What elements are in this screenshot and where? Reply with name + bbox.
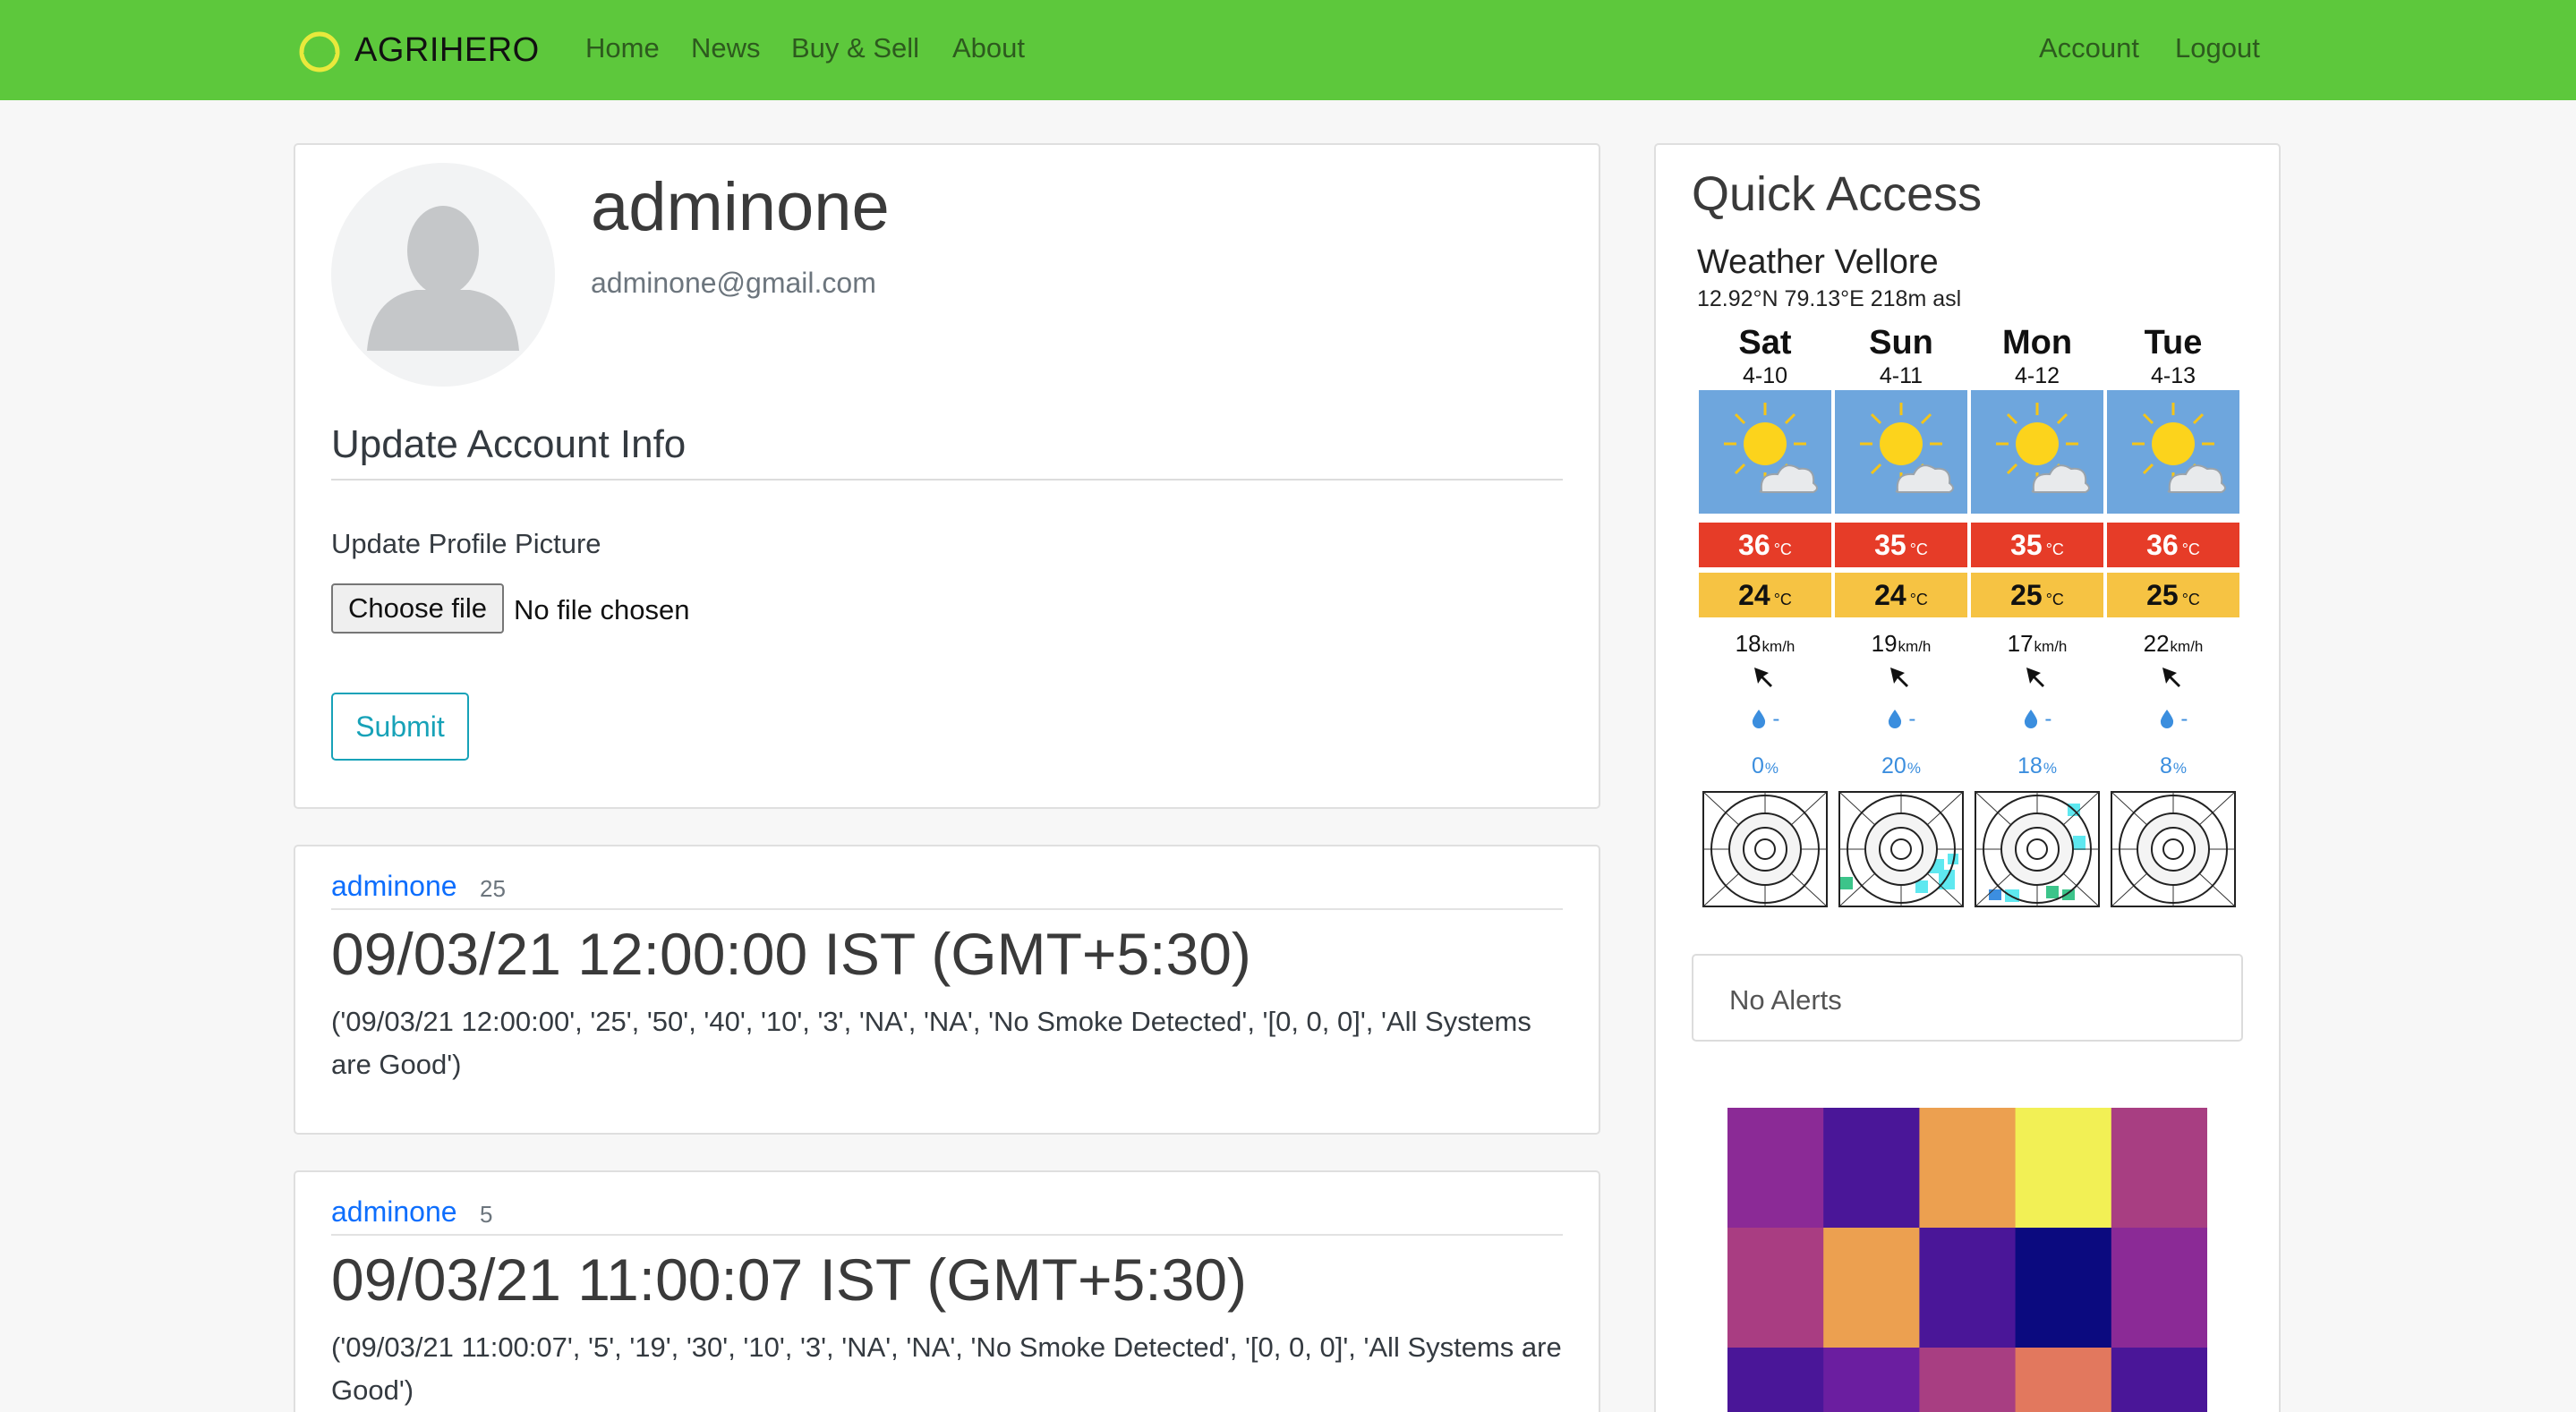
nav-logout[interactable]: Logout xyxy=(2175,32,2260,64)
nav-account[interactable]: Account xyxy=(2039,32,2139,64)
navbar: AGRIHERO Home News Buy & Sell About Acco… xyxy=(0,0,2576,100)
weather-wind-speed: 17km/h xyxy=(2007,630,2068,657)
weather-day-sun: Sun 4-11 35 °C 24 °C 19km/h - 20% xyxy=(1835,324,1967,914)
raindrop-icon xyxy=(2024,710,2037,728)
alerts-box: No Alerts xyxy=(1692,954,2243,1042)
logo-icon xyxy=(299,31,340,72)
weather-date: 4-11 xyxy=(1879,363,1923,388)
weather-title: Weather Vellore xyxy=(1697,243,1939,281)
heatmap-cell xyxy=(2111,1108,2207,1229)
post-author-link[interactable]: adminone xyxy=(331,1195,457,1229)
heatmap-cell xyxy=(1823,1108,1920,1229)
weather-day-name: Tue xyxy=(2144,324,2203,362)
weather-wind-speed: 19km/h xyxy=(1871,630,1932,657)
weather-day-tue: Tue 4-13 36 °C 25 °C 22km/h - 8% xyxy=(2107,324,2239,914)
sun-cloud-icon xyxy=(1835,390,1967,514)
heatmap-cell xyxy=(2015,1228,2112,1348)
weather-day-sat: Sat 4-10 36 °C 24 °C 18km/h - 0% xyxy=(1699,324,1831,914)
heatmap-cell xyxy=(1823,1348,1920,1412)
weather-rain-probability: 20% xyxy=(1881,753,1921,778)
heatmap-cell xyxy=(1919,1108,2017,1229)
radar-icon xyxy=(1702,791,1828,907)
weather-precipitation: - xyxy=(1971,707,2103,732)
heatmap xyxy=(1727,1108,2207,1412)
post-title: 09/03/21 12:00:00 IST (GMT+5:30) xyxy=(331,921,1251,987)
profile-picture-label: Update Profile Picture xyxy=(331,528,601,559)
alerts-text: No Alerts xyxy=(1729,984,1842,1016)
file-status: No file chosen xyxy=(514,594,690,625)
raindrop-icon xyxy=(2160,710,2173,728)
weather-precipitation: - xyxy=(1699,707,1831,732)
weather-rain-probability: 18% xyxy=(2017,753,2057,778)
weather-day-name: Sun xyxy=(1869,324,1933,362)
choose-file-button[interactable]: Choose file xyxy=(331,583,504,634)
profile-username: adminone xyxy=(591,169,890,245)
radar-icon xyxy=(1975,791,2100,907)
update-account-title: Update Account Info xyxy=(331,422,687,466)
wind-direction-icon xyxy=(2162,668,2180,687)
raindrop-icon xyxy=(1752,710,1765,728)
heatmap-cell xyxy=(2111,1228,2207,1348)
weather-min-temp: 24 °C xyxy=(1835,573,1967,617)
heatmap-cell xyxy=(2015,1108,2112,1229)
post-divider xyxy=(331,908,1563,910)
submit-button[interactable]: Submit xyxy=(331,693,469,761)
heatmap-cell xyxy=(1919,1348,2017,1412)
weather-day-name: Mon xyxy=(2001,324,2073,362)
heatmap-cell xyxy=(1823,1228,1920,1348)
weather-wind-speed: 22km/h xyxy=(2143,630,2204,657)
nav-buy-sell[interactable]: Buy & Sell xyxy=(791,32,919,64)
nav-news[interactable]: News xyxy=(691,32,761,64)
heatmap-cell xyxy=(1919,1228,2017,1348)
nav-home[interactable]: Home xyxy=(585,32,660,64)
sun-cloud-icon xyxy=(1699,390,1831,514)
weather-wind-speed: 18km/h xyxy=(1735,630,1796,657)
heatmap-cell xyxy=(1727,1348,1824,1412)
post-divider xyxy=(331,1234,1563,1236)
weather-coords: 12.92°N 79.13°E 218m asl xyxy=(1697,286,1962,311)
radar-icon xyxy=(1838,791,1964,907)
weather-precipitation: - xyxy=(2107,707,2239,732)
heatmap-cell xyxy=(2111,1348,2207,1412)
weather-day-name: Sat xyxy=(1738,324,1792,362)
wind-direction-icon xyxy=(1890,668,1908,687)
heatmap-cell xyxy=(2015,1348,2112,1412)
weather-date: 4-13 xyxy=(2150,363,2196,388)
weather-min-temp: 24 °C xyxy=(1699,573,1831,617)
weather-precipitation: - xyxy=(1835,707,1967,732)
post-title: 09/03/21 11:00:07 IST (GMT+5:30) xyxy=(331,1246,1247,1313)
section-divider xyxy=(331,479,1563,481)
wind-direction-icon xyxy=(2026,668,2044,687)
raindrop-icon xyxy=(1888,710,1901,728)
weather-min-temp: 25 °C xyxy=(1971,573,2103,617)
weather-date: 4-12 xyxy=(2014,363,2060,388)
weather-date: 4-10 xyxy=(1742,363,1788,388)
weather-rain-probability: 8% xyxy=(2159,753,2188,778)
sun-cloud-icon xyxy=(2107,390,2239,514)
quick-access-title: Quick Access xyxy=(1692,167,1983,221)
weather-max-temp: 35 °C xyxy=(1971,523,2103,567)
profile-email: adminone@gmail.com xyxy=(591,267,876,299)
weather-day-mon: Mon 4-12 35 °C 25 °C 17km/h - 18% xyxy=(1971,324,2103,914)
heatmap-cell xyxy=(1727,1108,1824,1229)
radar-icon xyxy=(2111,791,2236,907)
post-body: ('09/03/21 11:00:07', '5', '19', '30', '… xyxy=(331,1331,1562,1406)
brand[interactable]: AGRIHERO xyxy=(297,27,540,73)
user-silhouette-icon xyxy=(367,206,519,351)
weather-rain-probability: 0% xyxy=(1751,753,1779,778)
post-count: 5 xyxy=(480,1201,493,1228)
weather-max-temp: 36 °C xyxy=(1699,523,1831,567)
post-count: 25 xyxy=(480,875,506,902)
weather-max-temp: 36 °C xyxy=(2107,523,2239,567)
weather-min-temp: 25 °C xyxy=(2107,573,2239,617)
post-body: ('09/03/21 12:00:00', '25', '50', '40', … xyxy=(331,1006,1531,1080)
sun-cloud-icon xyxy=(1971,390,2103,514)
nav-about[interactable]: About xyxy=(952,32,1025,64)
wind-direction-icon xyxy=(1754,668,1772,687)
avatar xyxy=(331,163,555,387)
brand-name: AGRIHERO xyxy=(354,30,540,69)
weather-max-temp: 35 °C xyxy=(1835,523,1967,567)
post-author-link[interactable]: adminone xyxy=(331,870,457,903)
heatmap-cell xyxy=(1727,1228,1824,1348)
